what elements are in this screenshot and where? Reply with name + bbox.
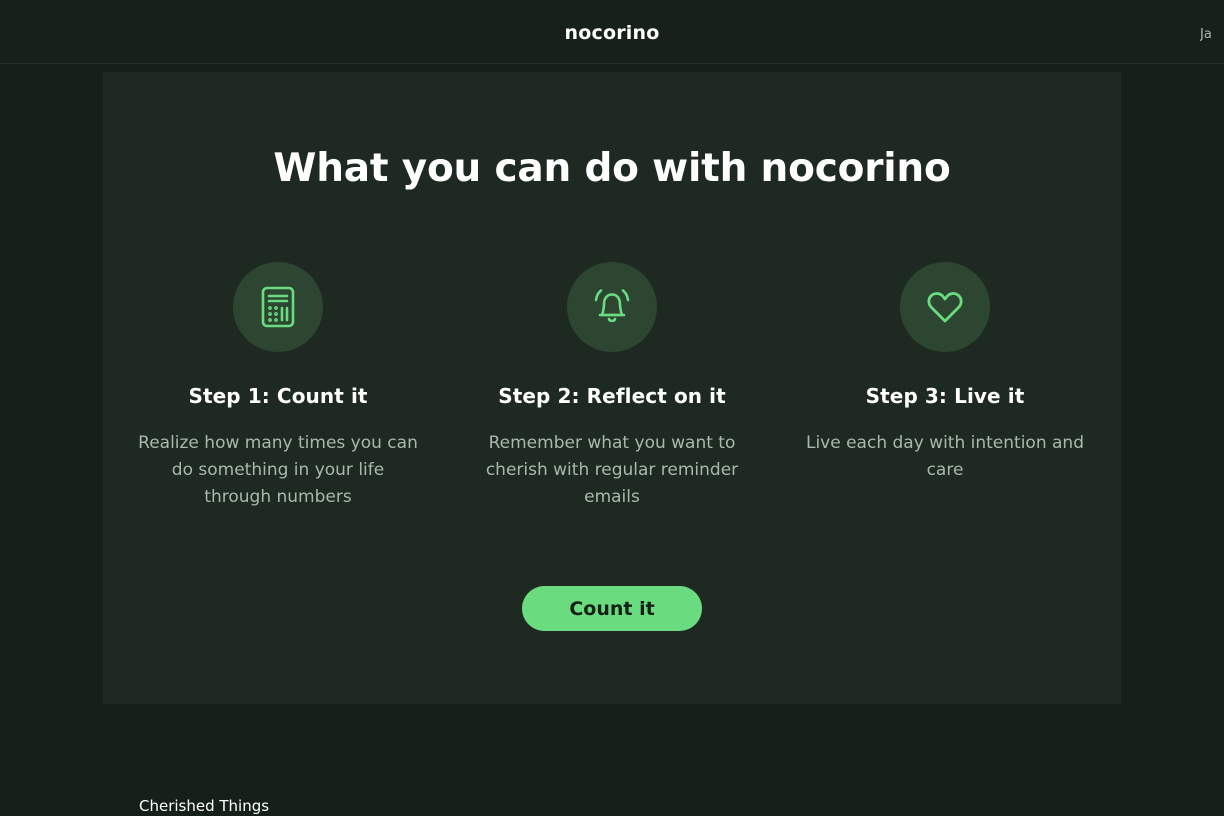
top-navigation-bar: nocorino Ja: [0, 0, 1224, 64]
heart-icon: [900, 262, 990, 352]
step-title: Step 1: Count it: [188, 384, 368, 408]
step-description: Realize how many times you can do someth…: [138, 433, 418, 507]
footer-link-cherished-things[interactable]: Cherished Things: [139, 797, 269, 815]
step-title: Step 3: Live it: [865, 384, 1025, 408]
brand-logo[interactable]: nocorino: [0, 22, 1224, 44]
calculator-icon: [233, 262, 323, 352]
page-title: What you can do with nocorino: [273, 146, 951, 191]
bell-icon: [567, 262, 657, 352]
step-description: Live each day with intention and care: [805, 433, 1084, 480]
step-count: Step 1: Count it Realize how many times …: [118, 262, 438, 511]
step-reflect: Step 2: Reflect on it Remember what you …: [452, 262, 772, 511]
step-description: Remember what you want to cherish with r…: [485, 433, 739, 507]
count-it-button[interactable]: Count it: [522, 586, 702, 631]
step-title: Step 2: Reflect on it: [498, 384, 726, 408]
language-switch[interactable]: Ja: [1200, 27, 1218, 42]
step-live: Step 3: Live it Live each day with inten…: [785, 262, 1105, 484]
features-card: What you can do with nocorino Step 1: Co…: [103, 72, 1121, 704]
